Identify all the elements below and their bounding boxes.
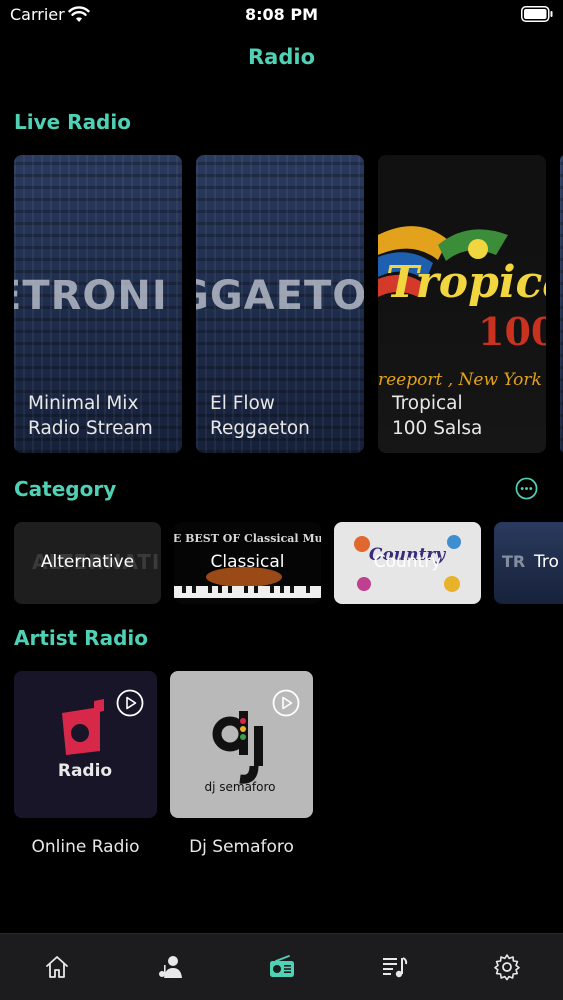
dj-logo-text: dj semaforo bbox=[204, 780, 275, 794]
station-name-line1: El Flow bbox=[210, 393, 275, 414]
station-name-line2: 100 Salsa bbox=[392, 418, 483, 439]
category-card-partial[interactable]: TR Tro bbox=[494, 522, 563, 604]
station-artwork-text: GGAETO bbox=[196, 273, 364, 319]
artist-name: Dj Semaforo bbox=[189, 837, 294, 857]
category-label: Country bbox=[373, 552, 442, 572]
battery-icon bbox=[521, 6, 553, 22]
station-name-line1: Minimal Mix bbox=[28, 393, 139, 414]
playlist-icon[interactable] bbox=[380, 952, 410, 982]
tropical-logo-caption: reeport , New York bbox=[378, 370, 542, 390]
play-icon[interactable] bbox=[116, 689, 144, 717]
tropical-logo: Tropical 100 reeport , New York bbox=[378, 226, 546, 390]
station-name: Minimal Mix Radio Stream bbox=[28, 391, 153, 441]
category-card[interactable]: Country Country bbox=[334, 522, 481, 604]
live-station-card[interactable]: Tropical 100 reeport , New York Tropical… bbox=[378, 155, 546, 453]
status-bar: Carrier 8:08 PM bbox=[0, 0, 563, 30]
more-options-icon[interactable] bbox=[515, 477, 538, 500]
clock: 8:08 PM bbox=[244, 5, 318, 24]
station-name: Tropical 100 Salsa bbox=[392, 391, 482, 441]
tropical-logo-text: Tropical bbox=[386, 257, 546, 308]
tab-bar bbox=[0, 933, 563, 1000]
artist-card[interactable]: Radio bbox=[14, 671, 157, 818]
radio-icon[interactable] bbox=[267, 952, 297, 982]
category-label: Tro bbox=[534, 552, 559, 572]
home-icon[interactable] bbox=[42, 952, 72, 982]
play-icon[interactable] bbox=[272, 689, 300, 717]
artist-icon[interactable] bbox=[155, 952, 185, 982]
category-label: Alternative bbox=[40, 552, 135, 572]
category-carousel[interactable]: ALTERNATIVE Alternative THE BEST OF Clas… bbox=[14, 522, 563, 604]
station-name: El Flow Reggaeton bbox=[210, 391, 310, 441]
tropical-logo-number: 100 bbox=[478, 309, 546, 354]
category-card[interactable]: THE BEST OF Classical Music Classical bbox=[174, 522, 321, 604]
station-name-line1: Tropical bbox=[392, 393, 463, 414]
station-name-line2: Reggaeton bbox=[210, 418, 310, 439]
live-radio-heading: Live Radio bbox=[14, 110, 131, 134]
settings-icon[interactable] bbox=[492, 952, 522, 982]
category-heading: Category bbox=[14, 477, 117, 501]
page-title: Radio bbox=[248, 45, 315, 69]
live-radio-carousel[interactable]: ETRONI Minimal Mix Radio Stream GGAETO E… bbox=[14, 155, 563, 453]
live-station-card[interactable]: GGAETO El Flow Reggaeton bbox=[196, 155, 364, 453]
artist-name: Online Radio bbox=[31, 837, 140, 857]
artist-card[interactable]: dj semaforo bbox=[170, 671, 313, 818]
station-artwork-text: ETRONI bbox=[14, 273, 168, 319]
radio-logo-text: Radio bbox=[58, 761, 112, 781]
classical-artwork-text: THE BEST OF Classical Music bbox=[174, 532, 321, 545]
category-card[interactable]: ALTERNATIVE Alternative bbox=[14, 522, 161, 604]
category-label: Classical bbox=[210, 552, 285, 572]
live-station-card[interactable]: ETRONI Minimal Mix Radio Stream bbox=[14, 155, 182, 453]
station-name-line2: Radio Stream bbox=[28, 418, 153, 439]
category-artwork-text: TR bbox=[502, 552, 526, 571]
artist-radio-heading: Artist Radio bbox=[14, 626, 148, 650]
